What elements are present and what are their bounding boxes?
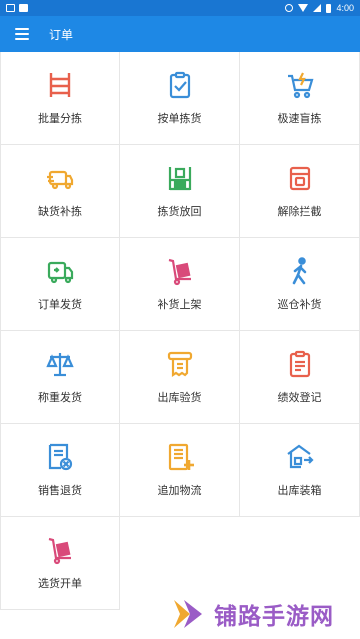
- return-shelf-icon: [165, 163, 195, 193]
- notification-icon: [6, 4, 15, 12]
- tile-order-shipping[interactable]: 订单发货: [0, 238, 120, 331]
- tile-label: 批量分拣: [38, 112, 82, 125]
- tile-pick-by-order[interactable]: 按单拣货: [120, 52, 240, 145]
- tile-label: 极速盲拣: [277, 112, 322, 125]
- tile-label: 巡仓补货: [277, 298, 322, 311]
- tile-out-of-stock-pick[interactable]: 缺货补拣: [0, 145, 120, 238]
- tile-sales-return[interactable]: 销售退货: [0, 424, 120, 517]
- receipt-icon: [165, 349, 195, 379]
- delivery-truck-icon: [45, 256, 75, 286]
- page-title: 订单: [49, 27, 74, 42]
- tile-label: 销售退货: [38, 484, 82, 497]
- signal-icon: [313, 4, 322, 12]
- tile-label: 出库验货: [157, 391, 202, 404]
- wifi-icon: [298, 4, 309, 12]
- truck-icon: [45, 163, 75, 193]
- hand-truck-icon: [165, 256, 195, 286]
- fast-cart-icon: [285, 70, 315, 100]
- tile-label: 补货上架: [157, 298, 202, 311]
- status-time: 4:00: [336, 3, 354, 13]
- clipboard-check-icon: [165, 70, 195, 100]
- sync-icon: [285, 4, 294, 12]
- warehouse-icon: [285, 442, 315, 472]
- shelf-icon: [45, 70, 75, 100]
- tile-label: 拣货放回: [157, 205, 202, 218]
- tile-label: 追加物流: [157, 484, 202, 497]
- document-add-icon: [165, 442, 195, 472]
- tile-outbound-inspection[interactable]: 出库验货: [120, 331, 240, 424]
- tile-label: 订单发货: [38, 298, 82, 311]
- function-grid: 批量分拣 按单拣货 极速盲拣 缺货补拣 拣货放回 解除拦截 订单发货 补货上架 …: [0, 52, 360, 610]
- tile-release-intercept[interactable]: 解除拦截: [240, 145, 360, 238]
- tile-pick-return[interactable]: 拣货放回: [120, 145, 240, 238]
- document-cancel-icon: [45, 442, 75, 472]
- box-icon: [285, 163, 315, 193]
- tile-restock-shelving[interactable]: 补货上架: [120, 238, 240, 331]
- app-bar: 订单: [0, 16, 360, 52]
- walking-person-icon: [285, 256, 315, 286]
- tile-label: 选货开单: [38, 577, 82, 590]
- tile-label: 出库装箱: [277, 484, 322, 497]
- tile-label: 缺货补拣: [38, 205, 82, 218]
- watermark: 铺路手游网: [168, 594, 360, 634]
- scale-icon: [45, 349, 75, 379]
- status-bar: 4:00: [0, 0, 360, 16]
- tile-performance-register[interactable]: 绩效登记: [240, 331, 360, 424]
- tile-weigh-shipping[interactable]: 称重发货: [0, 331, 120, 424]
- download-icon: [19, 4, 28, 12]
- tile-patrol-restock[interactable]: 巡仓补货: [240, 238, 360, 331]
- tile-select-goods-order[interactable]: 选货开单: [0, 517, 120, 610]
- cart-box-icon: [45, 535, 75, 565]
- tile-label: 绩效登记: [277, 391, 322, 404]
- tile-label: 按单拣货: [157, 112, 202, 125]
- menu-icon[interactable]: [15, 28, 29, 40]
- tile-batch-sorting[interactable]: 批量分拣: [0, 52, 120, 145]
- tile-outbound-packing[interactable]: 出库装箱: [240, 424, 360, 517]
- tile-fast-blind-pick[interactable]: 极速盲拣: [240, 52, 360, 145]
- tile-label: 解除拦截: [277, 205, 322, 218]
- watermark-text: 铺路手游网: [214, 604, 334, 630]
- register-clipboard-icon: [285, 349, 315, 379]
- tile-add-logistics[interactable]: 追加物流: [120, 424, 240, 517]
- watermark-logo-icon: [174, 600, 202, 628]
- tile-label: 称重发货: [38, 391, 82, 404]
- battery-icon: [326, 3, 332, 13]
